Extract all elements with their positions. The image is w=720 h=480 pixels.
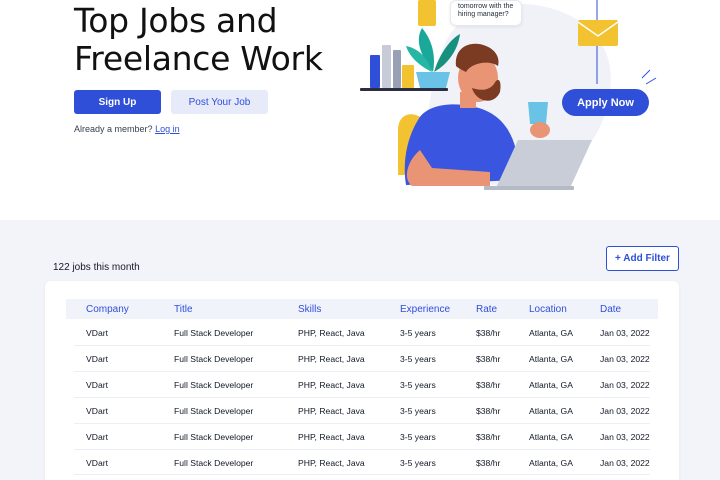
cell-experience: 3-5 years	[400, 432, 436, 442]
hero-illustration	[360, 0, 657, 190]
cell-skills: PHP, React, Java	[298, 458, 365, 468]
cell-company: VDart	[86, 458, 108, 468]
cell-rate: $38/hr	[476, 458, 501, 468]
cell-rate: $38/hr	[476, 354, 501, 364]
row-divider	[74, 345, 650, 346]
column-header-location[interactable]: Location	[529, 304, 567, 315]
column-header-title[interactable]: Title	[174, 304, 193, 315]
cell-rate: $38/hr	[476, 328, 501, 338]
row-divider	[74, 397, 650, 398]
landing-page: Top Jobs and Freelance Work Sign Up Post…	[0, 0, 720, 480]
cell-title: Full Stack Developer	[174, 406, 254, 416]
hero-title-line-1: Top Jobs and	[74, 1, 278, 40]
cell-date: Jan 03, 2022	[600, 458, 650, 468]
cell-date: Jan 03, 2022	[600, 328, 650, 338]
speech-bubble: tomorrow with the hiring manager?	[450, 0, 522, 26]
member-prompt: Already a member? Log in	[74, 124, 180, 134]
row-divider	[74, 474, 650, 475]
cell-experience: 3-5 years	[400, 458, 436, 468]
cell-date: Jan 03, 2022	[600, 432, 650, 442]
cell-rate: $38/hr	[476, 432, 501, 442]
cell-skills: PHP, React, Java	[298, 328, 365, 338]
cell-experience: 3-5 years	[400, 406, 436, 416]
cell-company: VDart	[86, 354, 108, 364]
login-link[interactable]: Log in	[155, 124, 180, 134]
table-header	[66, 299, 658, 319]
cell-experience: 3-5 years	[400, 354, 436, 364]
sign-up-button[interactable]: Sign Up	[74, 90, 161, 114]
speech-line-2: hiring manager?	[458, 11, 509, 18]
cell-location: Atlanta, GA	[529, 458, 573, 468]
apply-now-button[interactable]: Apply Now	[562, 89, 649, 116]
cell-skills: PHP, React, Java	[298, 432, 365, 442]
row-divider	[74, 371, 650, 372]
cell-date: Jan 03, 2022	[600, 406, 650, 416]
cell-location: Atlanta, GA	[529, 432, 573, 442]
cell-company: VDart	[86, 328, 108, 338]
cell-date: Jan 03, 2022	[600, 354, 650, 364]
cell-title: Full Stack Developer	[174, 354, 254, 364]
column-header-rate[interactable]: Rate	[476, 304, 497, 315]
cell-location: Atlanta, GA	[529, 354, 573, 364]
cell-company: VDart	[86, 406, 108, 416]
cell-location: Atlanta, GA	[529, 328, 573, 338]
column-header-company[interactable]: Company	[86, 304, 129, 315]
add-filter-button[interactable]: + Add Filter	[606, 246, 679, 271]
cell-title: Full Stack Developer	[174, 380, 254, 390]
cell-title: Full Stack Developer	[174, 328, 254, 338]
cell-company: VDart	[86, 380, 108, 390]
cell-title: Full Stack Developer	[174, 458, 254, 468]
cell-date: Jan 03, 2022	[600, 380, 650, 390]
cell-company: VDart	[86, 432, 108, 442]
jobs-count: 122 jobs this month	[53, 262, 140, 273]
hero-section: Top Jobs and Freelance Work Sign Up Post…	[0, 0, 720, 220]
cell-title: Full Stack Developer	[174, 432, 254, 442]
cell-experience: 3-5 years	[400, 380, 436, 390]
speech-line-1: tomorrow with the	[458, 3, 514, 10]
cell-rate: $38/hr	[476, 406, 501, 416]
column-header-experience[interactable]: Experience	[400, 304, 450, 315]
cell-location: Atlanta, GA	[529, 380, 573, 390]
row-divider	[74, 449, 650, 450]
member-text: Already a member?	[74, 124, 153, 134]
hero-title-line-2: Freelance Work	[74, 39, 323, 78]
column-header-skills[interactable]: Skills	[298, 304, 321, 315]
cell-skills: PHP, React, Java	[298, 380, 365, 390]
cell-skills: PHP, React, Java	[298, 354, 365, 364]
row-divider	[74, 423, 650, 424]
cell-location: Atlanta, GA	[529, 406, 573, 416]
cell-rate: $38/hr	[476, 380, 501, 390]
hero-title: Top Jobs and Freelance Work	[74, 2, 323, 78]
post-job-button[interactable]: Post Your Job	[171, 90, 268, 114]
cell-skills: PHP, React, Java	[298, 406, 365, 416]
cell-experience: 3-5 years	[400, 328, 436, 338]
column-header-date[interactable]: Date	[600, 304, 621, 315]
